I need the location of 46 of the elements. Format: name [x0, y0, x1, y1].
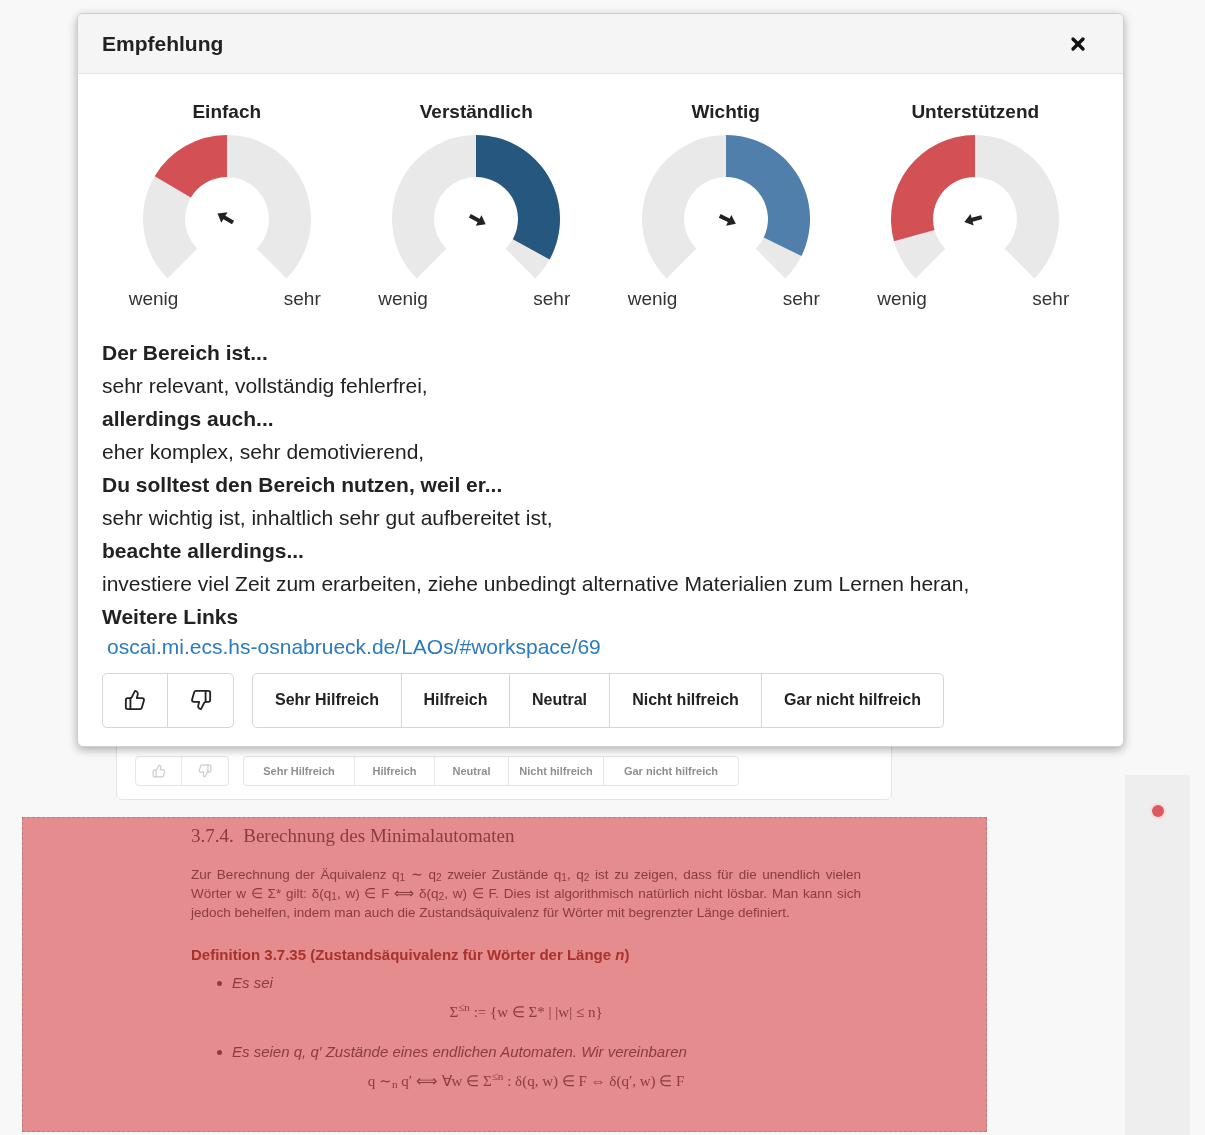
- scale-min-label: wenig: [378, 287, 428, 311]
- scale-max-label: sehr: [283, 287, 321, 311]
- list-item-text: Es seien q, q′ Zustände eines endlichen Automaten. Wir vereinbaren: [232, 1042, 687, 1062]
- gauge-label: Wichtig: [691, 100, 760, 124]
- gauge-label: Unterstützend: [911, 100, 1040, 124]
- rating-button[interactable]: Sehr Hilfreich: [253, 673, 401, 727]
- thumbs-down-icon: [189, 689, 212, 711]
- summary-heading: Der Bereich ist...: [102, 339, 269, 366]
- bullet-icon: [217, 980, 222, 986]
- scale-max-label: sehr: [1032, 287, 1070, 311]
- rating-button[interactable]: Sehr Hilfreich: [244, 757, 354, 785]
- bullet-icon: [217, 1049, 222, 1055]
- rating-button[interactable]: Nicht hilfreich: [609, 673, 761, 727]
- scale-max-label: sehr: [533, 287, 571, 311]
- summary-text: eher komplex, sehr demotivierend,: [102, 438, 426, 465]
- rating-button[interactable]: Gar nicht hilfreich: [603, 757, 738, 785]
- summary-heading: Du solltest den Bereich nutzen, weil er...: [102, 471, 504, 498]
- formula: Σ$^{≤n}$ := {w ∈ Σ* | |w| ≤ n}: [448, 1000, 604, 1022]
- summary-text: investiere viel Zeit zum erarbeiten, ziehe unbedingt alternative Materialien zum Lernen heran,: [102, 570, 971, 597]
- summary-heading: allerdings auch...: [102, 405, 275, 432]
- thumbs-up-icon: [151, 764, 166, 778]
- rating-button[interactable]: Hilfreich: [354, 757, 434, 785]
- gauge-label: Verständlich: [419, 100, 533, 124]
- summary-heading: Weitere Links: [102, 603, 240, 630]
- summary-text: sehr wichtig ist, inhaltlich sehr gut aufbereitet ist,: [102, 504, 554, 531]
- rating-button[interactable]: Neutral: [434, 757, 508, 785]
- scale-min-label: wenig: [128, 287, 179, 311]
- rating-button[interactable]: Gar nicht hilfreich: [761, 673, 943, 727]
- formula: q ∼$_{n}$ q′ ⟺ ∀w ∈ Σ$^{≤n}$ : δ(q, w) ∈ F ⇔ δ(q′, w) ∈ F: [366, 1069, 686, 1092]
- rating-button[interactable]: Hilfreich: [401, 673, 509, 727]
- summary-text: sehr relevant, vollständig fehlerfrei,: [102, 372, 429, 399]
- scale-min-label: wenig: [877, 287, 927, 311]
- summary-heading: beachte allerdings...: [102, 537, 305, 564]
- scale-min-label: wenig: [627, 287, 678, 311]
- scale-max-label: sehr: [782, 287, 820, 311]
- dialog-title: Empfehlung: [102, 30, 224, 57]
- definition-title: Definition 3.7.35 (Zustandsäquivalenz für Wörter der Länge n): [191, 944, 631, 965]
- rating-button[interactable]: Neutral: [509, 673, 609, 727]
- list-item-text: Es sei: [232, 973, 273, 993]
- thumbs-down-icon: [198, 764, 212, 778]
- rating-button[interactable]: Nicht hilfreich: [508, 757, 603, 785]
- section-paragraph: Zur Berechnung der Äquivalenz q$_{1}$ ∼ q$_{2}$ zweier Zustände q$_{1}$, q$_{2}$ ist zu zeigen, dass für die unendlich vielen Wörter w ∈ Σ* gilt: δ(q$_{1}$, w) ∈ F ⟺ δ(q$_{2}$, w) ∈ F. Dies ist algorithmisch natürlich nicht lösbar. Man kann sich jedoch behelfen, indem man auch die Zustandsäquivalenz für Wörter mit begrenzter Länge definiert.: [191, 865, 861, 922]
- workspace-link[interactable]: oscai.mi.ecs.hs-osnabrueck.de/LAOs/#workspace/69: [107, 632, 601, 660]
- section-heading: 3.7.4. Berechnung des Minimalautomaten: [191, 824, 516, 848]
- gauge-label: Einfach: [192, 100, 262, 124]
- thumbs-up-icon: [124, 689, 146, 711]
